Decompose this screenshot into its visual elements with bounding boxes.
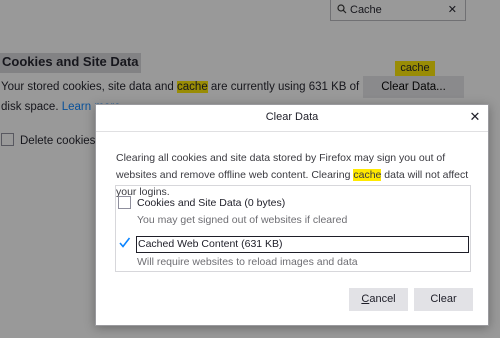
cookies-option-label[interactable]: Cookies and Site Data (0 bytes)	[137, 197, 285, 209]
cache-option-note: Will require websites to reload images a…	[137, 256, 358, 268]
search-highlight: cache	[353, 169, 382, 181]
dialog-divider	[96, 131, 488, 132]
checkmark-icon	[119, 237, 131, 248]
close-icon[interactable]: ✕	[469, 110, 481, 123]
clear-options-group: Cookies and Site Data (0 bytes) You may …	[115, 185, 471, 272]
cache-option-label[interactable]: Cached Web Content (631 KB)	[136, 236, 469, 253]
cookies-option-note: You may get signed out of websites if cl…	[137, 214, 348, 226]
dialog-title: Clear Data	[265, 111, 319, 123]
clear-data-dialog: Clear Data ✕ Clearing all cookies and si…	[95, 104, 489, 326]
cancel-button[interactable]: Cancel	[349, 288, 408, 311]
cache-checkbox[interactable]	[118, 237, 131, 250]
clear-button[interactable]: Clear	[414, 288, 473, 311]
cookies-checkbox[interactable]	[118, 196, 131, 209]
